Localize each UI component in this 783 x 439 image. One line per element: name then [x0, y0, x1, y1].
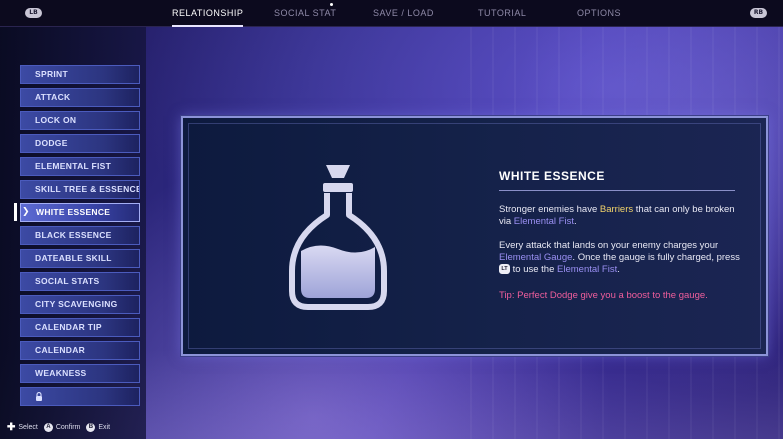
tab-relationship[interactable]: RELATIONSHIP: [172, 0, 244, 27]
chevron-right-icon: ❯: [22, 207, 30, 217]
tab-social-stat[interactable]: SOCIAL STAT: [274, 0, 336, 27]
tab-options[interactable]: OPTIONS: [577, 0, 621, 27]
sidebar-item-city-scavenging[interactable]: CITY SCAVENGING: [20, 295, 140, 314]
notification-dot-icon: [330, 3, 333, 6]
sidebar-item-calendar[interactable]: CALENDAR: [20, 341, 140, 360]
paragraph-gauge: Every attack that lands on your enemy ch…: [499, 240, 749, 276]
tip-text: Tip: Perfect Dodge give you a boost to t…: [499, 290, 708, 301]
potion-bottle-icon: [289, 165, 387, 310]
dpad-icon: ✚: [7, 422, 16, 433]
keyword-elemental-gauge: Elemental Gauge: [499, 252, 573, 263]
sidebar-item-sprint[interactable]: SPRINT: [20, 65, 140, 84]
sidebar-item-white-essence[interactable]: WHITE ESSENCE: [20, 203, 140, 222]
a-button-icon: A: [43, 423, 53, 432]
sidebar-item-dateable-skill[interactable]: DATEABLE SKILL: [20, 249, 140, 268]
tab-save-load[interactable]: SAVE / LOAD: [373, 0, 434, 27]
exit-hint: Exit: [98, 424, 111, 431]
confirm-hint: Confirm: [55, 424, 81, 431]
rb-button-icon[interactable]: RB: [750, 8, 767, 18]
text-fragment: . Once the gauge is fully charged, press: [572, 252, 740, 263]
text-fragment: Stronger enemies have: [499, 204, 600, 215]
panel-frame: [188, 123, 761, 349]
top-tab-bar: LB RELATIONSHIP SOCIAL STAT SAVE / LOAD …: [0, 0, 783, 27]
tab-tutorial[interactable]: TUTORIAL: [478, 0, 526, 27]
active-indicator: [14, 203, 17, 221]
lb-button-icon[interactable]: LB: [25, 8, 42, 18]
sidebar-item-attack[interactable]: ATTACK: [20, 88, 140, 107]
sidebar-item-elemental-fist[interactable]: ELEMENTAL FIST: [20, 157, 140, 176]
sidebar-item-calendar-tip[interactable]: CALENDAR TIP: [20, 318, 140, 337]
sidebar-item-skill-tree[interactable]: SKILL TREE & ESSENCES: [20, 180, 140, 199]
b-button-icon: B: [86, 423, 96, 432]
keyword-elemental-fist: Elemental Fist: [557, 264, 618, 275]
sidebar-item-lock-on[interactable]: LOCK ON: [20, 111, 140, 130]
panel-title: WHITE ESSENCE: [499, 169, 605, 183]
lock-icon: [36, 392, 42, 401]
lt-button-icon: LT: [499, 264, 510, 275]
sidebar-item-weakness[interactable]: WEAKNESS: [20, 364, 140, 383]
controller-hints: ✚ Select A Confirm B Exit: [7, 422, 111, 433]
title-divider: [499, 190, 735, 191]
text-fragment: .: [573, 216, 577, 227]
sidebar-item-social-stats[interactable]: SOCIAL STATS: [20, 272, 140, 291]
paragraph-barriers: Stronger enemies have Barriers that can …: [499, 204, 749, 228]
keyword-elemental-fist: Elemental Fist: [513, 216, 574, 227]
keyword-barriers: Barriers: [599, 204, 634, 215]
select-hint: Select: [18, 424, 38, 431]
text-fragment: .: [617, 264, 620, 275]
sidebar-item-black-essence[interactable]: BLACK ESSENCE: [20, 226, 140, 245]
tutorial-panel: WHITE ESSENCE Stronger enemies have Barr…: [181, 116, 768, 356]
text-fragment: Every attack that lands on your enemy ch…: [499, 240, 719, 251]
sidebar-item-dodge[interactable]: DODGE: [20, 134, 140, 153]
text-fragment: to use the: [510, 264, 558, 275]
